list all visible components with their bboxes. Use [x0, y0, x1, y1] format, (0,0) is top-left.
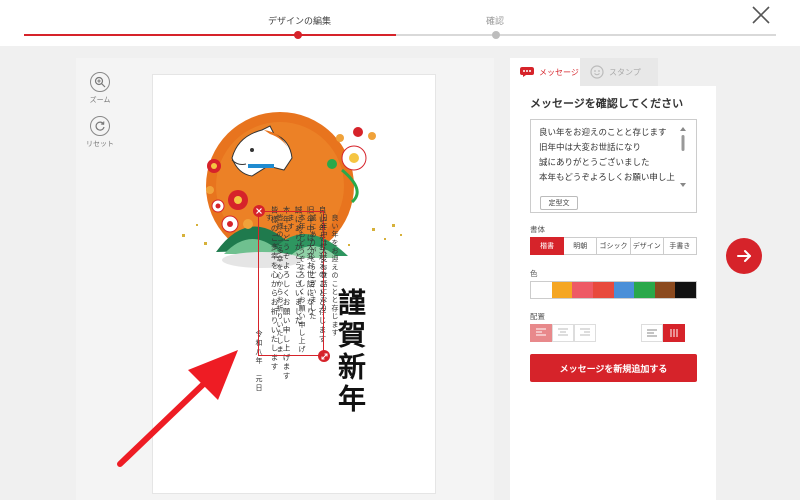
horizontal-text-button[interactable]: [641, 324, 663, 342]
selected-message-box[interactable]: 良い年をお迎えのことと存じます 旧年中は大変お世話になり 誠にありがとうございま…: [253, 205, 339, 362]
color-swatch-blue[interactable]: [613, 282, 635, 298]
text-align-group: [530, 324, 596, 342]
align-top-button[interactable]: [530, 324, 552, 342]
selected-line-5: 皆様のご多幸を心からお祈りいたします: [265, 214, 284, 354]
greeting-headline: 謹賀新年: [334, 288, 367, 416]
resize-handle[interactable]: [318, 350, 330, 362]
tab-message[interactable]: メッセージ: [510, 58, 580, 86]
align-center-button[interactable]: [552, 324, 574, 342]
zoom-label: ズーム: [89, 96, 111, 104]
font-option-mincho[interactable]: 明朝: [564, 237, 598, 255]
progress-stepper: デザインの編集 確認: [0, 0, 800, 40]
close-icon: [752, 6, 770, 24]
message-line-4: 本年もどうぞよろしくお願い申し上: [539, 173, 675, 183]
vertical-text-icon: [670, 329, 678, 337]
color-swatch-orange[interactable]: [551, 282, 573, 298]
resize-icon: [321, 353, 327, 359]
color-palette: [530, 281, 697, 299]
font-option-gothic[interactable]: ゴシック: [597, 237, 631, 255]
color-swatch-brown[interactable]: [654, 282, 676, 298]
delete-handle[interactable]: [253, 205, 265, 217]
selected-line-4: 本年もどうぞよろしくお願い申し上げます: [287, 214, 306, 354]
font-selector: 楷書 明朝 ゴシック デザイン 手書き: [530, 237, 698, 255]
tab-stamp[interactable]: スタンプ: [580, 58, 658, 86]
font-label: 書体: [530, 225, 545, 234]
message-line-2: 旧年中は大変お世話になり: [539, 143, 642, 153]
reset-label: リセット: [86, 140, 114, 148]
align-bottom-icon: [580, 328, 590, 336]
color-swatch-black[interactable]: [675, 282, 696, 298]
align-bottom-button[interactable]: [574, 324, 596, 342]
align-center-icon: [558, 328, 568, 336]
zoom-icon: [90, 72, 110, 92]
align-label: 配置: [530, 312, 545, 321]
message-line-3: 誠にありがとうございました: [539, 158, 650, 168]
message-line-1: 良い年をお迎えのことと存じます: [539, 128, 667, 138]
horizontal-text-icon: [647, 329, 657, 337]
step-confirm-dot: [492, 31, 500, 39]
font-option-handwriting[interactable]: 手書き: [663, 237, 698, 255]
color-swatch-green[interactable]: [634, 282, 655, 298]
step-edit-dot: [294, 31, 302, 39]
template-button[interactable]: 定型文: [540, 196, 578, 210]
reset-button[interactable]: リセット: [80, 116, 120, 149]
reset-icon: [90, 116, 110, 136]
selected-line-3: 誠にありがとうございました: [309, 214, 317, 321]
color-swatch-pink[interactable]: [572, 282, 593, 298]
font-option-kaisho[interactable]: 楷書: [530, 237, 565, 255]
selected-line-1: 良い年をお迎えのことと存じます: [331, 214, 339, 337]
message-scrollbar[interactable]: [680, 127, 686, 187]
step-confirm: 確認: [486, 17, 505, 27]
align-top-icon: [536, 328, 546, 336]
tab-stamp-label: スタンプ: [609, 67, 641, 77]
close-button[interactable]: [750, 4, 772, 26]
font-option-design[interactable]: デザイン: [630, 237, 664, 255]
speech-bubble-icon: [520, 67, 534, 77]
next-button[interactable]: [726, 238, 762, 274]
step-edit-design: デザインの編集: [268, 17, 332, 27]
progress-fill: [24, 34, 396, 36]
add-message-button[interactable]: メッセージを新規追加する: [530, 354, 697, 382]
tab-message-label: メッセージ: [539, 67, 579, 77]
zoom-button[interactable]: ズーム: [80, 72, 120, 105]
smiley-icon: [590, 65, 604, 79]
annotation-arrow-icon: [117, 350, 238, 467]
text-direction-group: [641, 324, 685, 342]
delete-icon: [256, 208, 262, 214]
color-label: 色: [530, 269, 538, 278]
arrow-right-icon: [737, 250, 751, 262]
panel-title: メッセージを確認してください: [530, 97, 684, 110]
selected-line-2: 旧年中は大変お世話になり: [320, 214, 328, 313]
color-swatch-white[interactable]: [531, 282, 552, 298]
color-swatch-red[interactable]: [592, 282, 614, 298]
panel-tabs: メッセージ スタンプ: [510, 58, 716, 86]
vertical-text-button[interactable]: [663, 324, 685, 342]
